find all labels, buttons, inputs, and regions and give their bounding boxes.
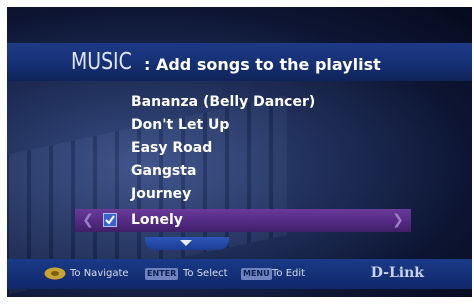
- menu-key-icon: MENU: [241, 268, 272, 280]
- song-item[interactable]: Journey: [7, 183, 472, 206]
- song-item[interactable]: Bananza (Belly Dancer): [7, 91, 472, 114]
- song-title: Don't Let Up: [131, 117, 230, 133]
- scroll-down-button[interactable]: [145, 237, 229, 250]
- song-title: Bananza (Belly Dancer): [131, 94, 316, 110]
- song-title: Gangsta: [131, 163, 197, 179]
- page-subtitle: : Add songs to the playlist: [144, 55, 381, 74]
- song-item[interactable]: Gangsta: [7, 160, 472, 183]
- song-item[interactable]: Don't Let Up: [7, 114, 472, 137]
- song-title: Journey: [131, 186, 192, 202]
- chevron-down-icon: [180, 240, 192, 246]
- navigate-hint: To Navigate: [70, 268, 129, 279]
- dlink-logo: D-Link: [370, 265, 424, 281]
- section-title: MUSIC: [71, 49, 132, 75]
- song-title: Lonely: [131, 212, 183, 228]
- dpad-icon: [44, 267, 66, 280]
- chevron-right-icon[interactable]: ❯: [391, 209, 405, 232]
- edit-hint: To Edit: [272, 268, 306, 279]
- song-title: Easy Road: [131, 140, 213, 156]
- song-item[interactable]: Easy Road: [7, 137, 472, 160]
- select-hint: To Select: [183, 268, 228, 279]
- tv-screen: MUSIC : Add songs to the playlist Bananz…: [7, 7, 472, 297]
- song-item-selected[interactable]: ❮ Lonely ❯: [75, 209, 411, 232]
- enter-key-icon: ENTER: [145, 268, 179, 280]
- footer-bar: To Navigate ENTER To Select MENU To Edit…: [7, 259, 472, 289]
- chevron-left-icon[interactable]: ❮: [81, 209, 95, 232]
- checkbox-checked-icon[interactable]: [103, 213, 117, 227]
